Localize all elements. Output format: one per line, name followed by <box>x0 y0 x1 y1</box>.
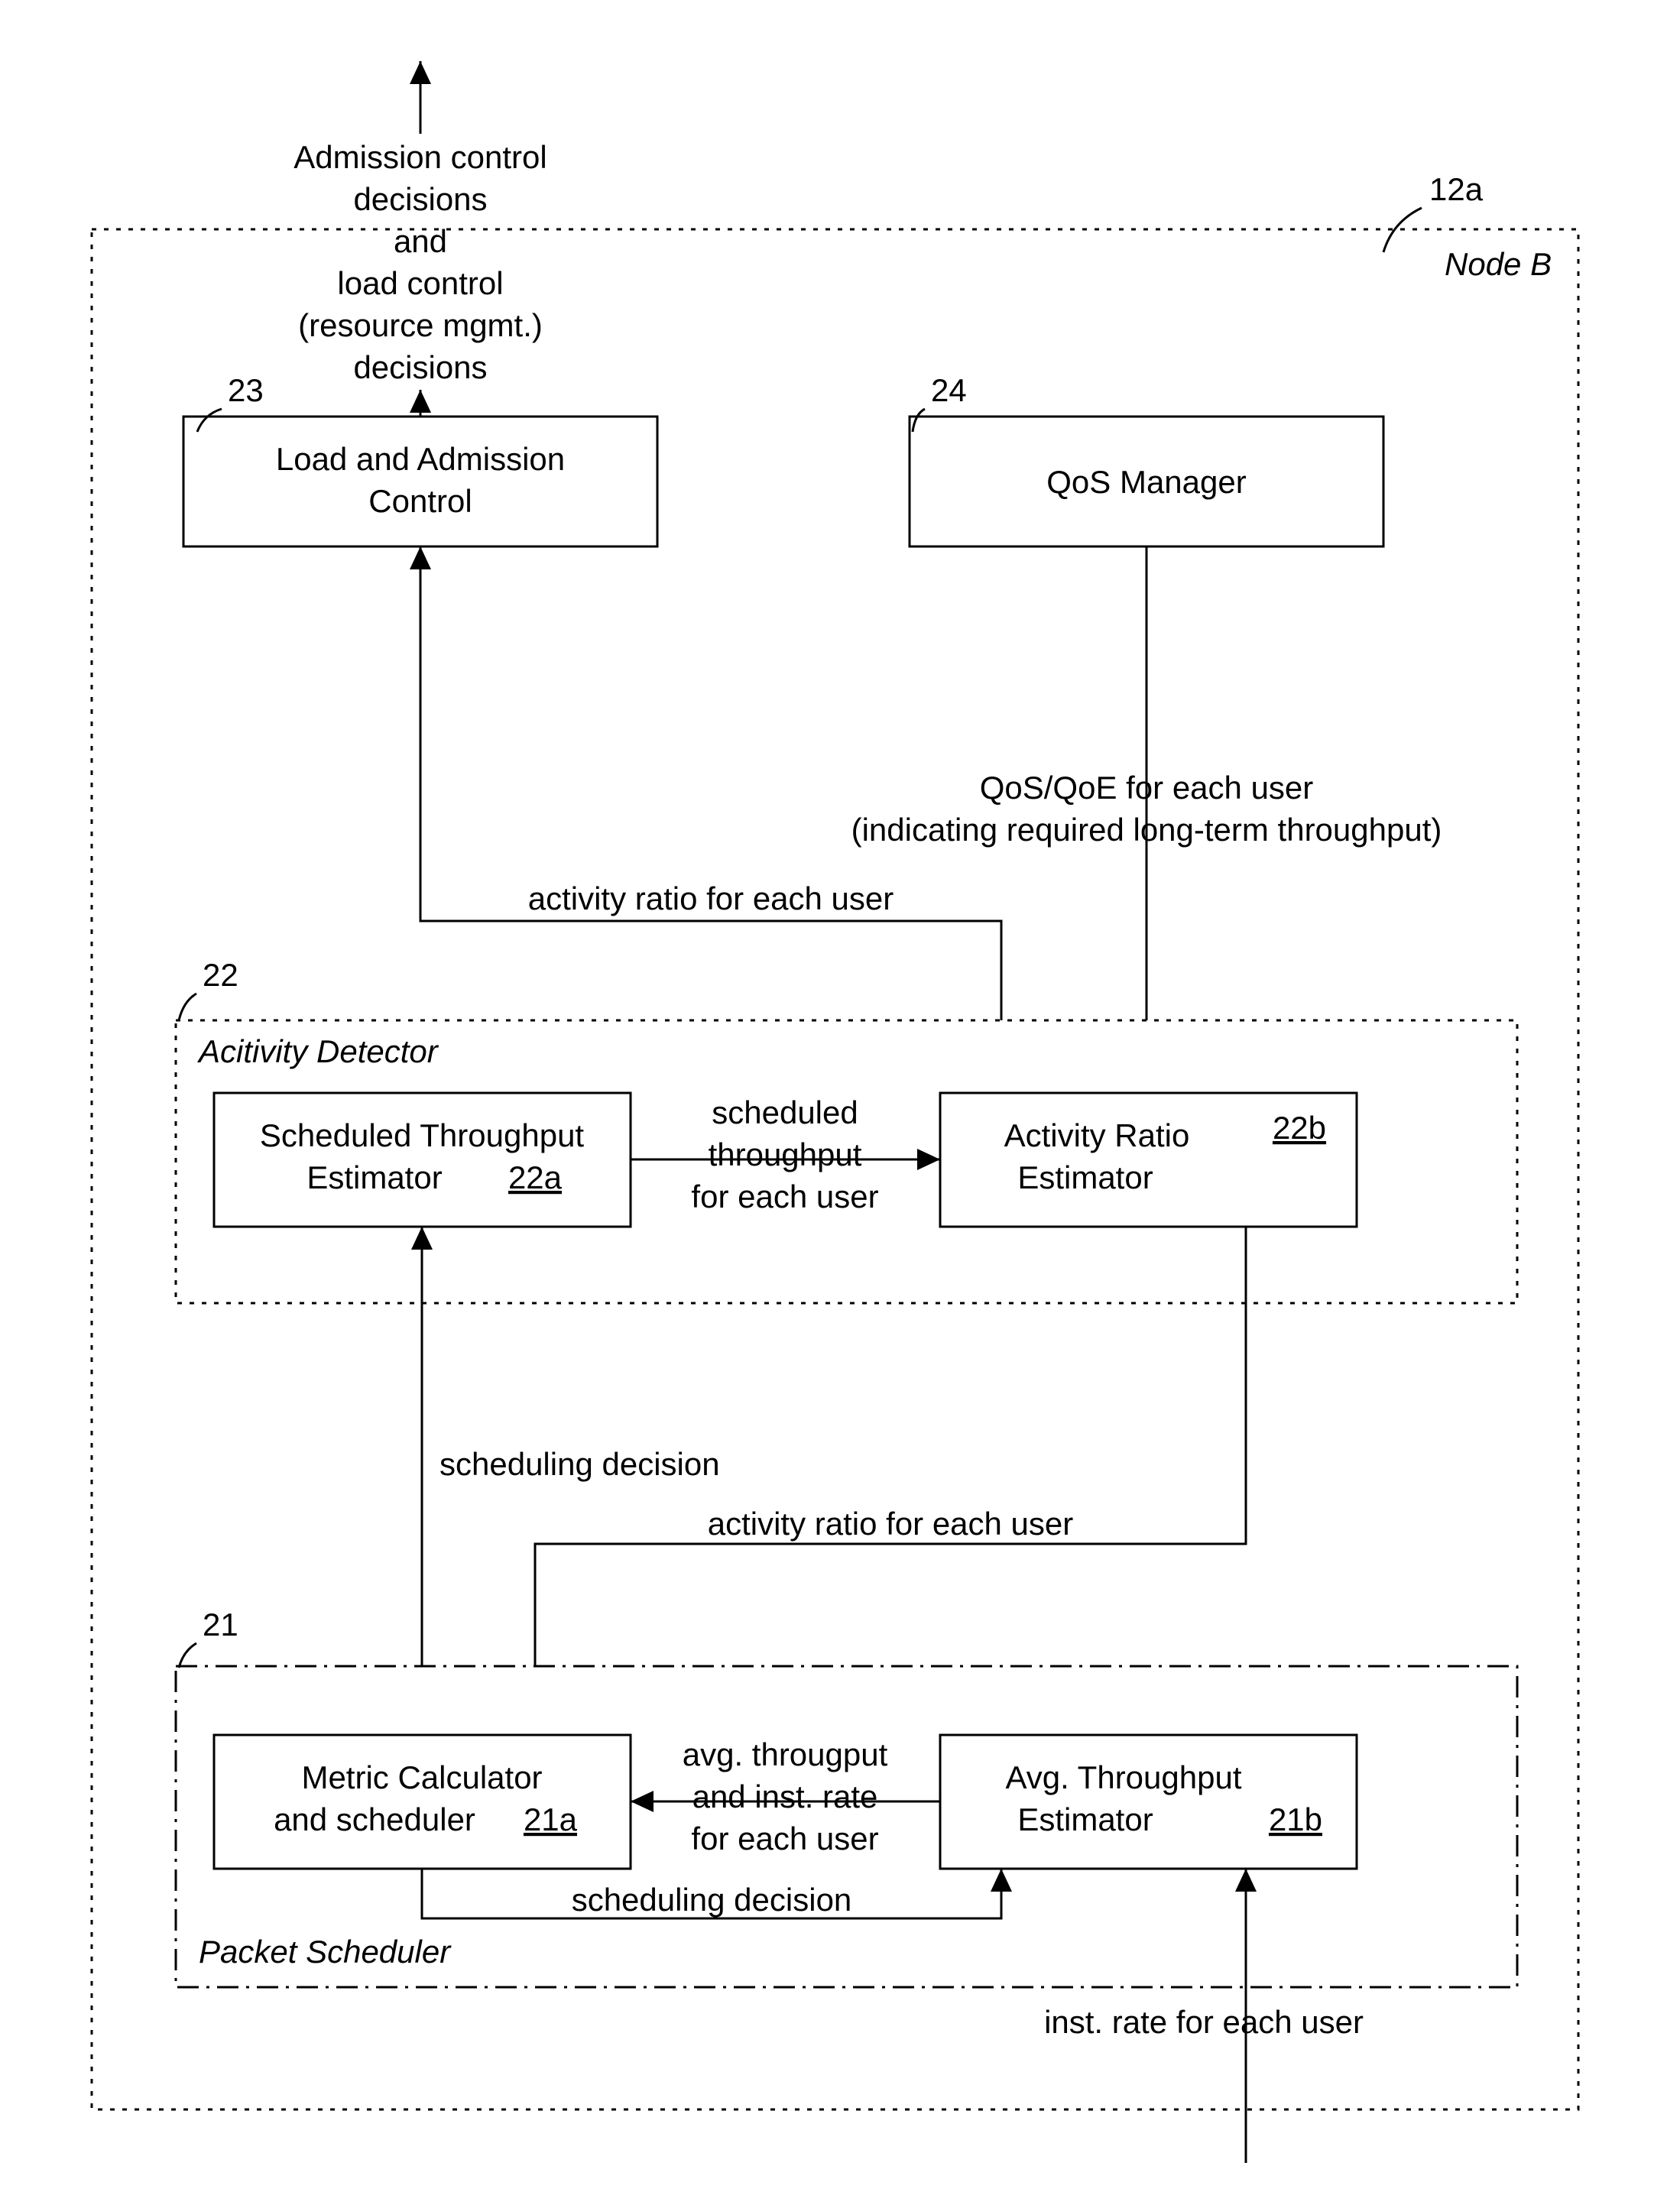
avg-throughput-estimator-box: Avg. Throughput Estimator 21b <box>940 1735 1357 1869</box>
svg-text:Activity Ratio: Activity Ratio <box>1004 1117 1190 1153</box>
svg-text:(resource mgmt.): (resource mgmt.) <box>298 307 543 343</box>
ref-22b: 22b <box>1273 1110 1326 1146</box>
svg-text:scheduling decision: scheduling decision <box>572 1882 852 1918</box>
svg-text:Packet Scheduler: Packet Scheduler <box>199 1934 452 1970</box>
svg-text:scheduling decision: scheduling decision <box>439 1446 720 1482</box>
ref-23: 23 <box>228 372 264 408</box>
ref-24: 24 <box>931 372 967 408</box>
ref-22: 22 <box>203 957 238 993</box>
scheduled-throughput-estimator-box: Scheduled Throughput Estimator 22a <box>214 1093 631 1227</box>
svg-text:Estimator: Estimator <box>1017 1159 1153 1195</box>
node-b-label: Node B <box>1445 246 1552 282</box>
metric-calculator-box: Metric Calculator and scheduler 21a <box>214 1735 631 1869</box>
svg-text:for each user: for each user <box>691 1179 878 1214</box>
svg-text:Avg. Throughput: Avg. Throughput <box>1005 1759 1241 1795</box>
ref-22a: 22a <box>508 1159 563 1195</box>
svg-text:inst. rate for each user: inst. rate for each user <box>1044 2004 1364 2040</box>
activity-ratio-estimator-box: Activity Ratio Estimator 22b <box>940 1093 1357 1227</box>
svg-text:QoS/QoE for each user: QoS/QoE for each user <box>980 770 1314 806</box>
svg-text:load control: load control <box>337 265 503 301</box>
svg-text:Admission control: Admission control <box>294 139 546 175</box>
svg-text:activity ratio for each user: activity ratio for each user <box>528 880 894 916</box>
svg-text:(indicating required long-term: (indicating required long-term throughpu… <box>851 812 1442 848</box>
svg-text:decisions: decisions <box>353 349 487 385</box>
svg-text:QoS Manager: QoS Manager <box>1046 464 1246 500</box>
svg-text:Scheduled Throughput: Scheduled Throughput <box>260 1117 585 1153</box>
svg-text:Estimator: Estimator <box>306 1159 442 1195</box>
svg-text:decisions: decisions <box>353 181 487 217</box>
svg-text:and: and <box>394 223 447 259</box>
svg-text:throughput: throughput <box>709 1137 862 1172</box>
ref-21a: 21a <box>524 1801 578 1837</box>
svg-text:Load and Admission: Load and Admission <box>276 441 565 477</box>
svg-text:for each user: for each user <box>691 1821 878 1856</box>
ref-12a: 12a <box>1429 171 1484 207</box>
svg-text:activity ratio for each user: activity ratio for each user <box>708 1506 1074 1542</box>
ref-21b: 21b <box>1269 1801 1322 1837</box>
svg-text:avg. througput: avg. througput <box>683 1736 888 1772</box>
ref-21: 21 <box>203 1607 238 1642</box>
svg-text:scheduled: scheduled <box>712 1094 858 1130</box>
svg-text:and inst. rate: and inst. rate <box>692 1779 878 1814</box>
svg-text:Estimator: Estimator <box>1017 1801 1153 1837</box>
svg-text:and scheduler: and scheduler <box>274 1801 475 1837</box>
svg-text:Acitivity Detector: Acitivity Detector <box>196 1033 439 1069</box>
svg-text:Control: Control <box>368 483 472 519</box>
svg-text:Metric Calculator: Metric Calculator <box>301 1759 542 1795</box>
